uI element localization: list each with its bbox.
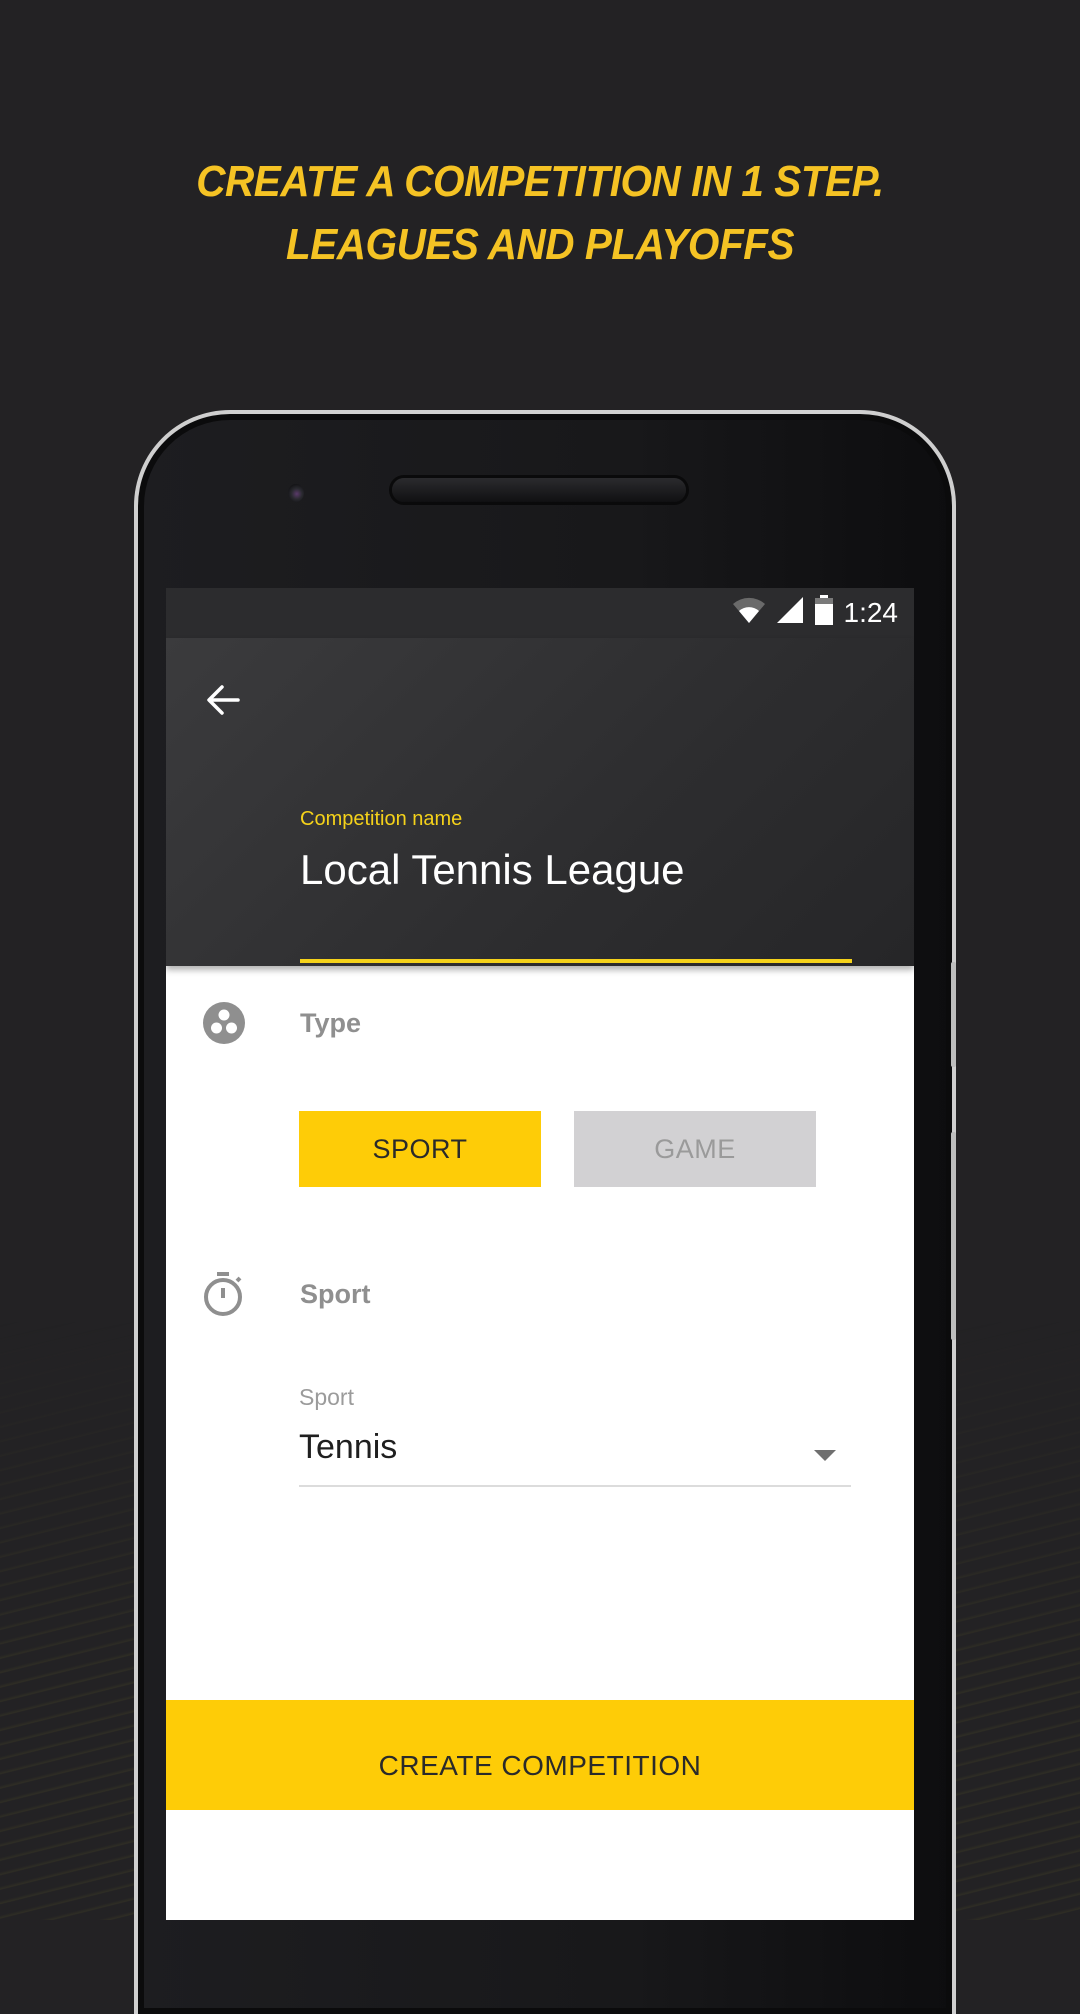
wifi-icon [732,596,766,631]
stopwatch-icon [202,1270,246,1316]
phone-power-button [951,962,956,1067]
back-button[interactable] [202,678,246,722]
headline-line-1: CREATE A COMPETITION IN 1 STEP. [196,157,884,206]
headline-line-2: LEAGUES AND PLAYOFFS [285,220,795,269]
app-bar: Competition name Local Tennis League [166,638,914,966]
sport-section-title: Sport [300,1279,371,1309]
status-bar: 1:24 [166,588,914,638]
sport-select[interactable]: Tennis [299,1428,397,1467]
battery-icon [814,594,834,632]
dropdown-arrow-icon[interactable] [814,1450,836,1461]
earpiece-speaker [392,478,686,502]
form-content: Type SPORT GAME Sport Sport Tennis CREAT… [166,966,914,1810]
game-type-button[interactable]: GAME [574,1111,816,1187]
cellular-signal-icon [776,596,804,631]
three-circles-icon [202,1001,246,1045]
front-camera [288,484,304,502]
competition-name-label: Competition name [300,808,463,830]
sport-select-label: Sport [299,1384,354,1410]
competition-name-underline [300,959,852,963]
type-section-title: Type [300,1008,362,1038]
sport-select-underline [299,1485,851,1487]
promo-headline: CREATE A COMPETITION IN 1 STEP. LEAGUES … [43,150,1037,276]
arrow-left-icon [207,685,240,715]
status-time: 1:24 [843,597,899,628]
app-screen: 1:24 Competition name Local Tennis Leagu… [166,588,914,1920]
sport-type-button[interactable]: SPORT [299,1111,541,1187]
create-competition-button[interactable]: CREATE COMPETITION [166,1700,914,1810]
phone-volume-button [951,1132,956,1340]
competition-name-input[interactable]: Local Tennis League [300,846,685,894]
